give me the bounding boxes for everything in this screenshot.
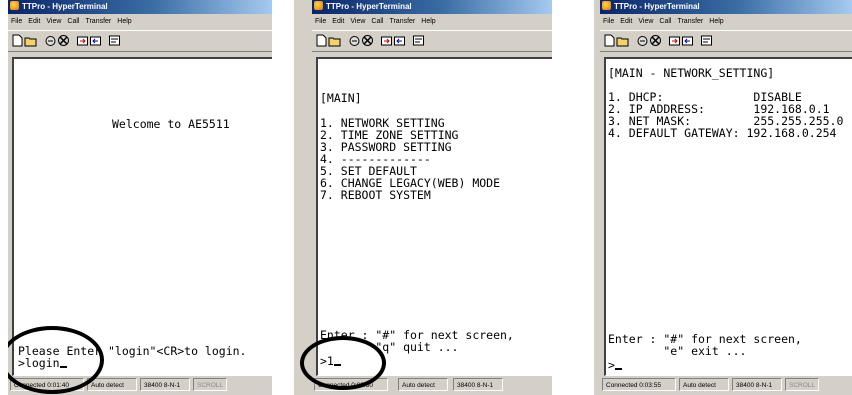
app-icon (10, 1, 19, 10)
menu-view[interactable]: View (350, 18, 365, 25)
status-detect: Auto detect (87, 378, 137, 391)
terminal-line: 7. REBOOT SYSTEM (320, 188, 431, 202)
menu-help[interactable]: Help (117, 18, 131, 25)
receive-icon[interactable] (89, 34, 102, 47)
menu-edit[interactable]: Edit (332, 18, 344, 25)
status-bar: Connected 0:03:55 Auto detect 38400 8-N-… (600, 378, 852, 393)
menu-file[interactable]: File (11, 18, 22, 25)
hyperterminal-window-2: TTPro - HyperTerminal File Edit View Call Tr… (294, 0, 552, 395)
new-icon[interactable] (603, 34, 616, 47)
app-icon (314, 1, 323, 10)
menu-bar: File Edit View Call Transfer Help (600, 15, 852, 28)
properties-icon[interactable] (108, 34, 121, 47)
menu-help[interactable]: Help (709, 18, 723, 25)
title-bar[interactable]: TTPro - HyperTerminal (600, 0, 852, 14)
toolbar (8, 30, 272, 52)
properties-icon[interactable] (700, 34, 713, 47)
toolbar (312, 30, 552, 52)
status-scroll: SCROLL (785, 378, 819, 391)
hyperterminal-window-3: TTPro - HyperTerminal File Edit View Call Tr… (594, 0, 852, 395)
title-bar[interactable]: TTPro - HyperTerminal (8, 0, 272, 14)
connect-icon[interactable] (44, 34, 57, 47)
terminal-line: 4. DEFAULT GATEWAY: 192.168.0.254 (608, 126, 837, 140)
terminal-line: "e" exit ... (608, 344, 747, 358)
text-cursor (614, 368, 622, 370)
menu-call[interactable]: Call (67, 18, 79, 25)
menu-bar: File Edit View Call Transfer Help (312, 15, 552, 28)
terminal-line: Welcome to AE5511 (112, 117, 230, 131)
connect-icon[interactable] (348, 34, 361, 47)
menu-bar: File Edit View Call Transfer Help (8, 15, 272, 28)
menu-help[interactable]: Help (421, 18, 435, 25)
send-icon[interactable] (76, 34, 89, 47)
terminal-area[interactable]: [MAIN] 1. NETWORK SETTING 2. TIME ZONE S… (316, 57, 552, 376)
disconnect-icon[interactable] (57, 34, 70, 47)
receive-icon[interactable] (393, 34, 406, 47)
disconnect-icon[interactable] (649, 34, 662, 47)
menu-transfer[interactable]: Transfer (677, 18, 703, 25)
menu-file[interactable]: File (315, 18, 326, 25)
receive-icon[interactable] (681, 34, 694, 47)
window-title: TTPro - HyperTerminal (22, 2, 108, 11)
send-icon[interactable] (380, 34, 393, 47)
status-detect: Auto detect (679, 378, 729, 391)
highlight-circle (300, 336, 386, 390)
status-detect: Auto detect (398, 378, 448, 391)
window-title: TTPro - HyperTerminal (326, 2, 412, 11)
status-connected: Connected 0:03:55 (602, 378, 676, 391)
menu-transfer[interactable]: Transfer (85, 18, 111, 25)
status-port: 38400 8-N-1 (140, 378, 190, 391)
open-icon[interactable] (616, 34, 629, 47)
new-icon[interactable] (11, 34, 24, 47)
open-icon[interactable] (24, 34, 37, 47)
terminal-area[interactable]: [MAIN - NETWORK_SETTING] 1. DHCP: DISABL… (604, 57, 852, 376)
title-bar[interactable]: TTPro - HyperTerminal (312, 0, 552, 14)
terminal-line: [MAIN] (320, 91, 362, 105)
menu-transfer[interactable]: Transfer (389, 18, 415, 25)
window-title: TTPro - HyperTerminal (614, 2, 700, 11)
properties-icon[interactable] (412, 34, 425, 47)
open-icon[interactable] (328, 34, 341, 47)
status-port: 38400 8-N-1 (732, 378, 782, 391)
menu-edit[interactable]: Edit (620, 18, 632, 25)
menu-edit[interactable]: Edit (28, 18, 40, 25)
disconnect-icon[interactable] (361, 34, 374, 47)
app-icon (602, 1, 611, 10)
menu-call[interactable]: Call (371, 18, 383, 25)
menu-call[interactable]: Call (659, 18, 671, 25)
status-port: 38400 8-N-1 (453, 378, 503, 391)
terminal-prompt: > (608, 359, 622, 371)
hyperterminal-window-1: TTPro - HyperTerminal File Edit View Call Tr… (8, 0, 272, 395)
menu-view[interactable]: View (638, 18, 653, 25)
toolbar (600, 30, 852, 52)
menu-file[interactable]: File (603, 18, 614, 25)
status-scroll: SCROLL (193, 378, 227, 391)
connect-icon[interactable] (636, 34, 649, 47)
terminal-line: [MAIN - NETWORK_SETTING] (608, 66, 775, 80)
new-icon[interactable] (315, 34, 328, 47)
menu-view[interactable]: View (46, 18, 61, 25)
send-icon[interactable] (668, 34, 681, 47)
